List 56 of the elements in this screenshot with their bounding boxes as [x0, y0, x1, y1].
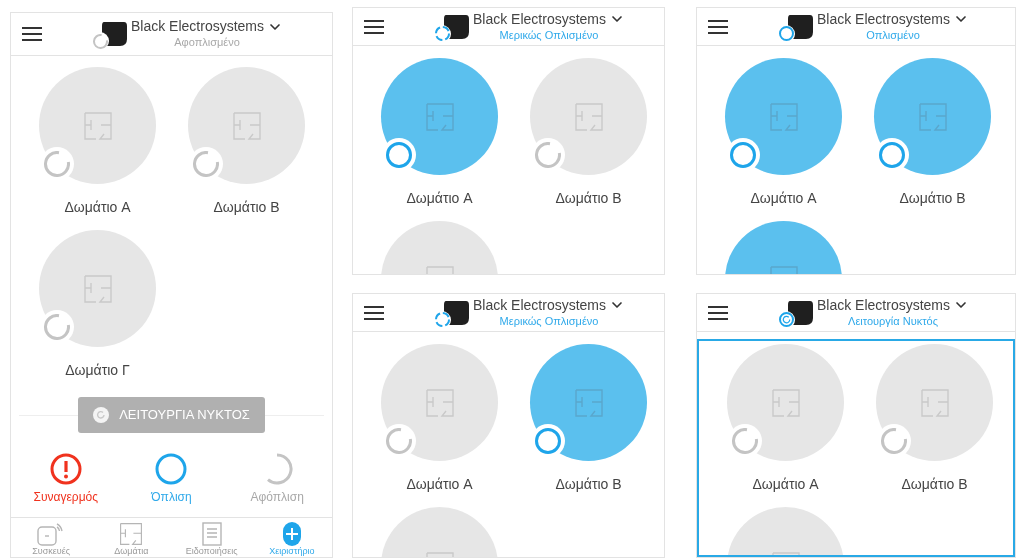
- room-name: Δωμάτιο A: [406, 475, 473, 493]
- room-name: Δωμάτιο Γ: [65, 361, 130, 379]
- ring-icon: [778, 312, 794, 327]
- ring-icon: [434, 312, 450, 327]
- hub-status: Μερικώς Οπλισμένο: [499, 27, 599, 43]
- night-mode-icon: [93, 407, 110, 423]
- ring-icon: [434, 26, 450, 41]
- floor-plan-icon: [119, 522, 144, 546]
- hub-name: Black Electrosystems: [473, 10, 607, 28]
- hub-status: Αφοπλισμένο: [174, 35, 240, 50]
- hub-status: Λειτουργία Νυκτός: [848, 313, 938, 329]
- hub-status: Οπλισμένο: [866, 27, 920, 43]
- room-name: Δωμάτιο A: [752, 475, 819, 493]
- action-label[interactable]: Όπλιση: [151, 489, 192, 505]
- room-name: Δωμάτιο B: [555, 189, 622, 207]
- room-name: Δωμάτιο B: [899, 189, 966, 207]
- nav-tab[interactable]: Χειριστήριο: [269, 546, 315, 556]
- room-name: Δωμάτιο A: [64, 198, 131, 216]
- hub-name: Black Electrosystems: [817, 10, 951, 28]
- hub-status: Μερικώς Οπλισμένο: [499, 313, 599, 329]
- device-signal-icon[interactable]: [37, 522, 66, 546]
- room-name: Δωμάτιο B: [901, 475, 968, 493]
- hub-name: Black Electrosystems: [131, 18, 265, 35]
- floor-plan-icon: [424, 387, 455, 418]
- floor-plan-icon: [573, 101, 604, 132]
- floor-plan-icon: [82, 110, 113, 141]
- menu-icon[interactable]: [363, 304, 385, 321]
- menu-icon[interactable]: [707, 304, 729, 321]
- alert-icon[interactable]: [49, 453, 82, 485]
- room-name: Δωμάτιο A: [750, 189, 817, 207]
- room-name: Δωμάτιο B: [213, 198, 280, 216]
- menu-icon[interactable]: [363, 18, 385, 35]
- menu-icon[interactable]: [707, 18, 729, 35]
- nav-tab[interactable]: Δωμάτια: [114, 546, 149, 556]
- open-ring-icon: [92, 33, 108, 49]
- floor-plan-icon: [231, 110, 262, 141]
- action-label[interactable]: Αφόπλιση: [250, 489, 304, 505]
- action-label[interactable]: Συναγερμός: [33, 489, 99, 505]
- room-name: Δωμάτιο B: [555, 475, 622, 493]
- document-icon[interactable]: [201, 522, 222, 546]
- ring-icon[interactable]: [155, 453, 188, 485]
- nav-tab[interactable]: Συσκευές: [32, 546, 71, 556]
- hub-name: Black Electrosystems: [817, 296, 951, 314]
- menu-icon[interactable]: [21, 26, 43, 42]
- plus-icon[interactable]: [282, 522, 301, 546]
- floor-plan-icon: [770, 387, 801, 418]
- room-name: Δωμάτιο A: [406, 189, 473, 207]
- floor-plan-icon: [424, 101, 455, 132]
- floor-plan-icon: [919, 387, 950, 418]
- hub-name: Black Electrosystems: [473, 296, 607, 314]
- floor-plan-icon: [573, 387, 604, 418]
- ring-icon: [778, 26, 794, 41]
- floor-plan-icon: [917, 101, 948, 132]
- floor-plan-icon: [82, 273, 113, 304]
- floor-plan-icon: [768, 101, 799, 132]
- nav-tab[interactable]: Ειδοποιήσεις: [185, 546, 238, 556]
